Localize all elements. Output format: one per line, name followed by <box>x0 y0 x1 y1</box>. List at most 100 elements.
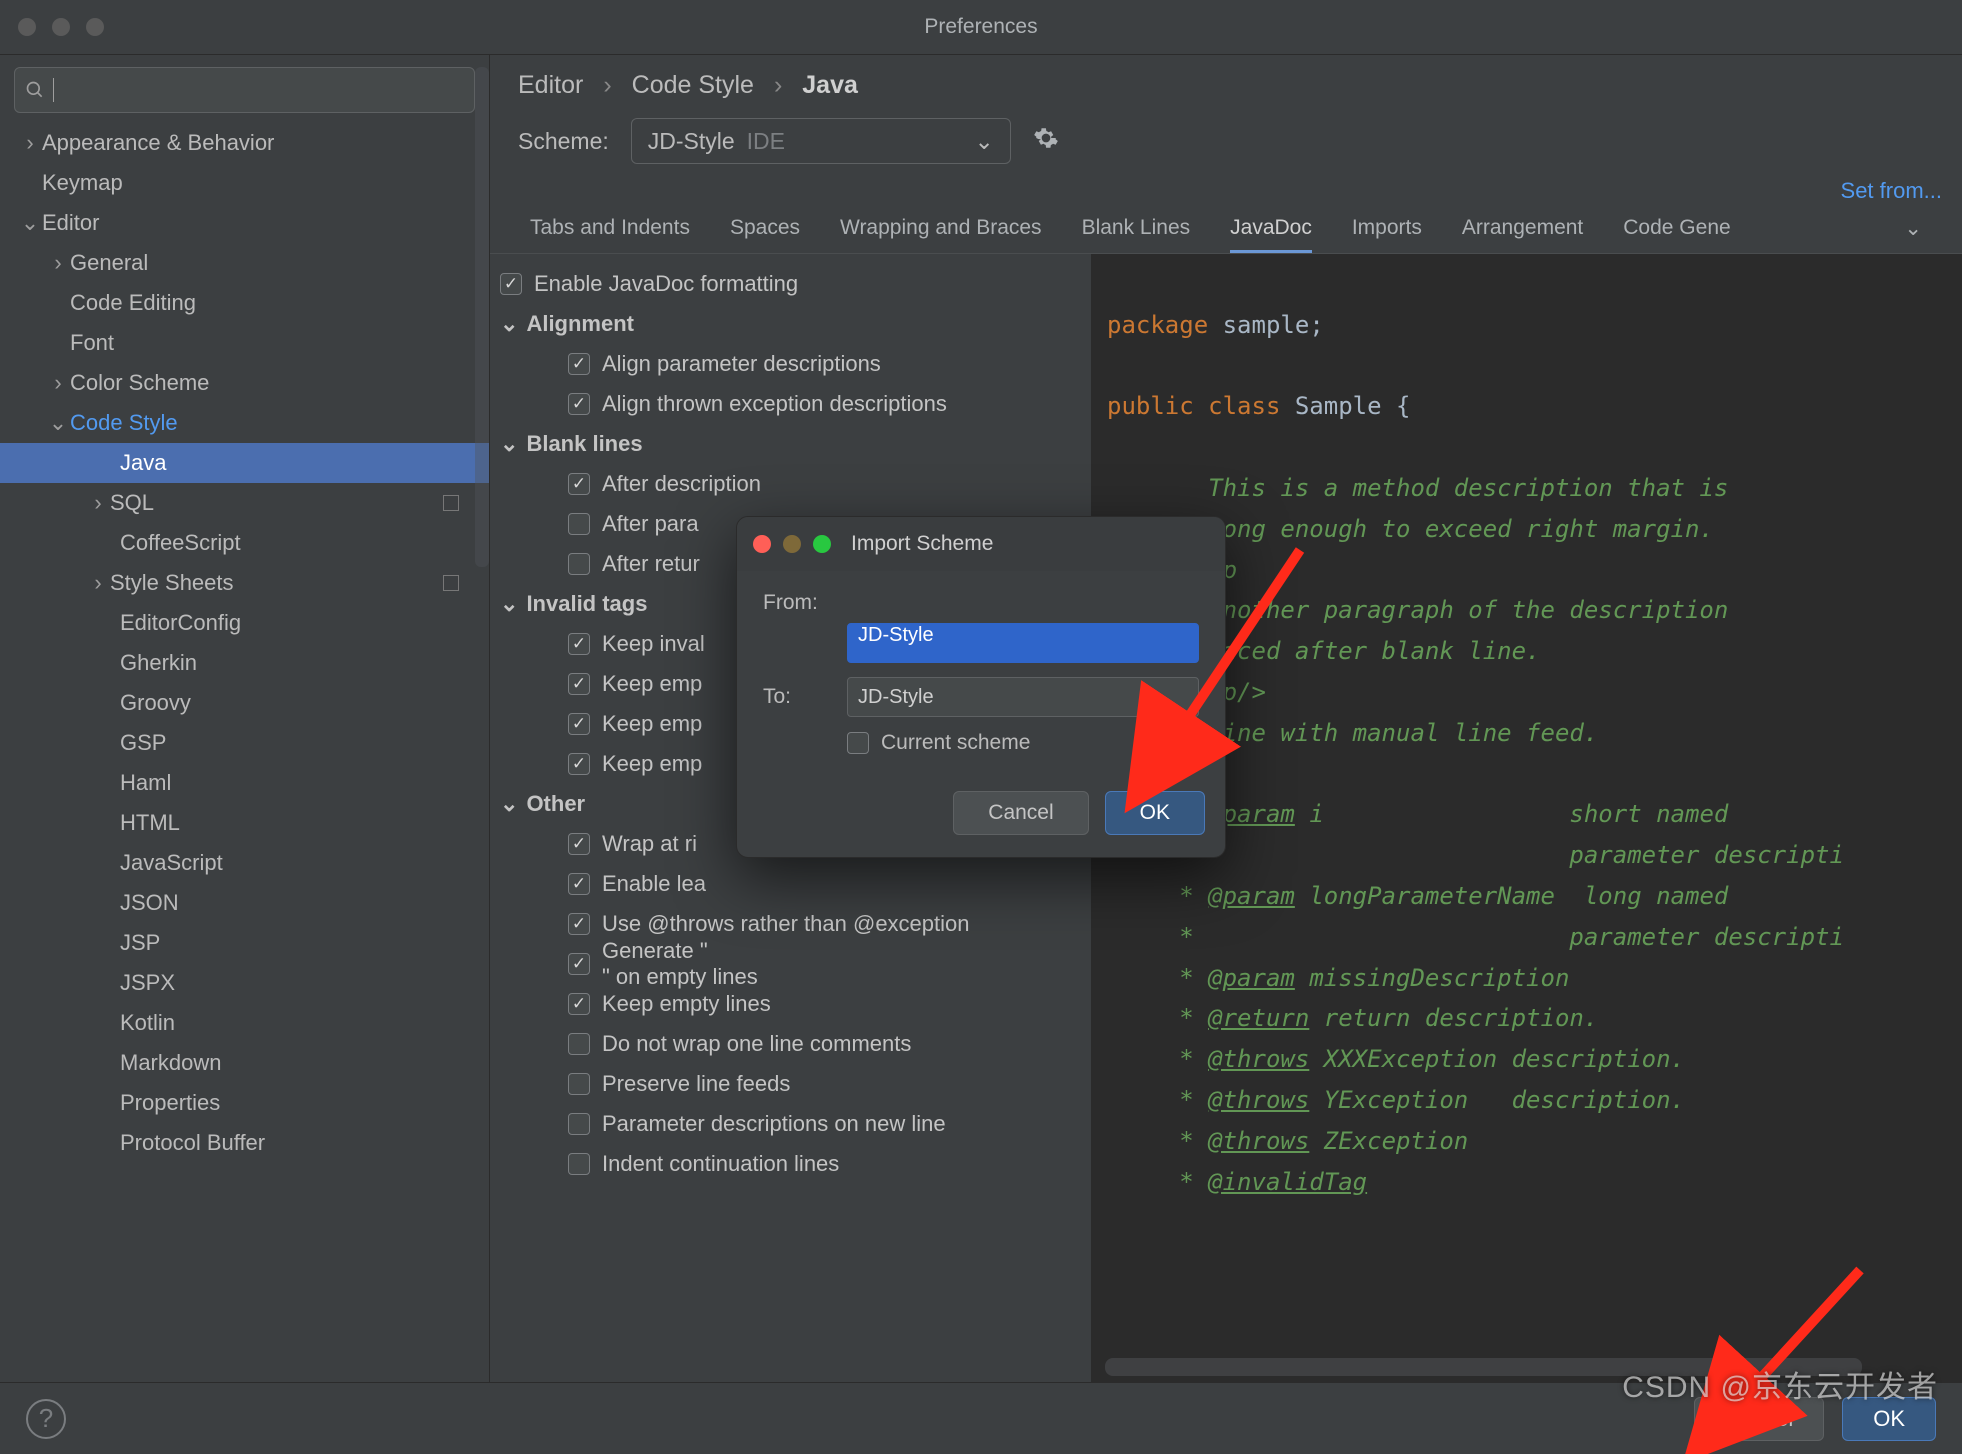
chevron-down-icon[interactable]: ⌄ <box>500 431 518 457</box>
option-label: Generate "" on empty lines <box>602 938 758 990</box>
sidebar-item[interactable]: Gherkin <box>0 643 489 683</box>
chevron-down-icon[interactable]: ⌄ <box>500 591 518 617</box>
scheme-select[interactable]: JD-Style IDE ⌄ <box>631 118 1011 164</box>
checkbox[interactable] <box>568 553 590 575</box>
to-input[interactable] <box>847 677 1199 717</box>
dialog-cancel-button[interactable]: Cancel <box>953 791 1088 835</box>
sidebar-item[interactable]: ›Appearance & Behavior <box>0 123 489 163</box>
current-scheme-label: Current scheme <box>881 731 1030 755</box>
chevron-icon: › <box>18 123 42 163</box>
sidebar-item[interactable]: JSON <box>0 883 489 923</box>
sidebar-item[interactable]: JavaScript <box>0 843 489 883</box>
sidebar-item[interactable]: JSP <box>0 923 489 963</box>
tab[interactable]: Wrapping and Braces <box>840 216 1042 253</box>
close-icon[interactable] <box>18 18 36 36</box>
settings-tree[interactable]: ›Appearance & BehaviorKeymap⌄Editor›Gene… <box>0 123 489 1163</box>
tab[interactable]: Imports <box>1352 216 1422 253</box>
checkbox[interactable] <box>568 953 590 975</box>
checkbox[interactable] <box>568 393 590 415</box>
chevron-down-icon[interactable]: ⌄ <box>500 791 518 817</box>
sidebar-item[interactable]: Markdown <box>0 1043 489 1083</box>
tab[interactable]: Code Gene <box>1623 216 1730 253</box>
checkbox[interactable] <box>568 513 590 535</box>
chevron-down-icon[interactable]: ⌄ <box>500 311 518 337</box>
sidebar-item-label: HTML <box>120 803 180 843</box>
sidebar-item[interactable]: Protocol Buffer <box>0 1123 489 1163</box>
sidebar-item-label: Kotlin <box>120 1003 175 1043</box>
checkbox[interactable] <box>568 713 590 735</box>
tab[interactable]: Spaces <box>730 216 800 253</box>
sidebar-item[interactable]: Keymap <box>0 163 489 203</box>
sidebar-item[interactable]: ›General <box>0 243 489 283</box>
modified-indicator <box>443 495 459 511</box>
sidebar-item[interactable]: Haml <box>0 763 489 803</box>
from-select[interactable]: JD-Style <box>847 623 1199 663</box>
set-from-link[interactable]: Set from... <box>1841 178 1942 204</box>
zoom-icon[interactable] <box>86 18 104 36</box>
checkbox[interactable] <box>568 1113 590 1135</box>
tab[interactable]: Arrangement <box>1462 216 1583 253</box>
content: Editor › Code Style › Java Scheme: JD-St… <box>490 55 1962 1382</box>
dialog-titlebar[interactable]: Import Scheme <box>737 517 1225 571</box>
sidebar-item[interactable]: ⌄Editor <box>0 203 489 243</box>
minimize-icon[interactable] <box>52 18 70 36</box>
sidebar-item[interactable]: JSPX <box>0 963 489 1003</box>
sidebar-item-label: Code Style <box>70 403 178 443</box>
checkbox[interactable] <box>568 1153 590 1175</box>
checkbox[interactable] <box>568 913 590 935</box>
sidebar-item-label: Protocol Buffer <box>120 1123 265 1163</box>
tabs[interactable]: Tabs and Indents Spaces Wrapping and Brace… <box>490 204 1962 254</box>
sidebar-item[interactable]: Font <box>0 323 489 363</box>
from-label: From: <box>763 591 833 615</box>
sidebar-item[interactable]: CoffeeScript <box>0 523 489 563</box>
crumb-codestyle[interactable]: Code Style <box>632 71 754 100</box>
checkbox[interactable] <box>568 833 590 855</box>
tab[interactable]: Blank Lines <box>1082 216 1191 253</box>
sidebar-item[interactable]: Properties <box>0 1083 489 1123</box>
option-label: Enable lea <box>602 871 706 897</box>
checkbox[interactable] <box>568 1033 590 1055</box>
sidebar-item[interactable]: HTML <box>0 803 489 843</box>
sidebar-item[interactable]: Kotlin <box>0 1003 489 1043</box>
sidebar-item[interactable]: Java <box>0 443 489 483</box>
sidebar-item-label: EditorConfig <box>120 603 241 643</box>
sidebar-item[interactable]: Code Editing <box>0 283 489 323</box>
checkbox[interactable] <box>568 673 590 695</box>
checkbox[interactable] <box>568 873 590 895</box>
sidebar-item[interactable]: GSP <box>0 723 489 763</box>
sidebar-item-label: Color Scheme <box>70 363 209 403</box>
scrollbar[interactable] <box>475 67 489 567</box>
checkbox[interactable] <box>500 273 522 295</box>
option-label: Keep emp <box>602 671 702 697</box>
window-controls[interactable] <box>18 18 104 36</box>
tab[interactable]: Tabs and Indents <box>530 216 690 253</box>
sidebar-item-label: Properties <box>120 1083 220 1123</box>
checkbox[interactable] <box>568 753 590 775</box>
tab[interactable]: JavaDoc <box>1230 216 1312 253</box>
sidebar-item[interactable]: ⌄Code Style <box>0 403 489 443</box>
checkbox[interactable] <box>568 633 590 655</box>
checkbox[interactable] <box>568 1073 590 1095</box>
help-button[interactable]: ? <box>26 1399 66 1439</box>
search-input[interactable] <box>14 67 475 113</box>
close-icon[interactable] <box>753 535 771 553</box>
sidebar-item[interactable]: ›Color Scheme <box>0 363 489 403</box>
dialog-ok-button[interactable]: OK <box>1105 791 1205 835</box>
gear-icon[interactable] <box>1033 125 1059 157</box>
current-scheme-checkbox[interactable] <box>847 732 869 754</box>
chevron-icon: › <box>46 363 70 403</box>
sidebar-item[interactable]: ›Style Sheets <box>0 563 489 603</box>
group-title: Alignment <box>526 311 634 337</box>
crumb-editor[interactable]: Editor <box>518 71 583 100</box>
sidebar-item-label: JSON <box>120 883 179 923</box>
zoom-icon[interactable] <box>813 535 831 553</box>
sidebar-item[interactable]: Groovy <box>0 683 489 723</box>
sidebar-item-label: JavaScript <box>120 843 223 883</box>
checkbox[interactable] <box>568 353 590 375</box>
sidebar-item[interactable]: ›SQL <box>0 483 489 523</box>
sidebar-item-label: Java <box>120 443 166 483</box>
sidebar-item[interactable]: EditorConfig <box>0 603 489 643</box>
checkbox[interactable] <box>568 993 590 1015</box>
checkbox[interactable] <box>568 473 590 495</box>
tabs-overflow-icon[interactable]: ⌄ <box>1904 216 1922 253</box>
